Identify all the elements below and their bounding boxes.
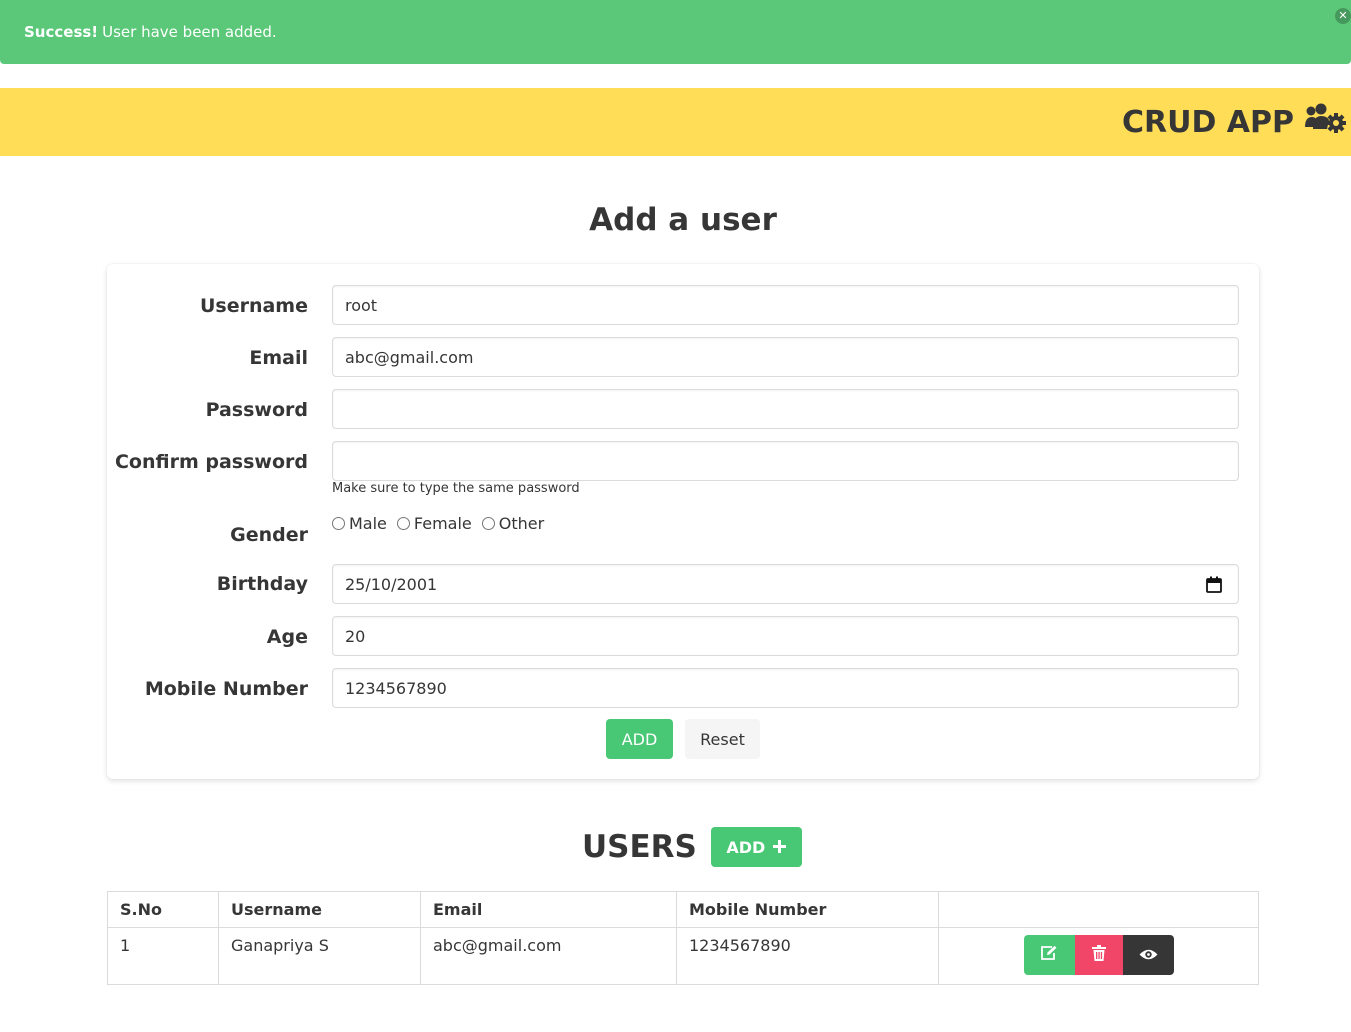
confirm-password-label: Confirm password (114, 451, 308, 473)
birthday-input[interactable]: 25/10/2001 (332, 564, 1239, 604)
cell-actions (938, 927, 1259, 985)
cell-mobile: 1234567890 (676, 927, 939, 985)
reset-button[interactable]: Reset (685, 719, 760, 759)
email-label: Email (249, 347, 308, 369)
users-cog-icon (1304, 103, 1346, 141)
brand-title: CRUD APP (1121, 104, 1294, 140)
success-notification: Success! User have been added. ✕ (0, 0, 1351, 64)
cell-username: Ganapriya S (218, 927, 421, 985)
delete-button[interactable] (1074, 935, 1123, 975)
password-input[interactable] (332, 389, 1239, 429)
view-button[interactable] (1122, 935, 1174, 975)
column-header-actions (938, 891, 1259, 928)
calendar-icon[interactable] (1206, 576, 1222, 597)
birthday-value: 25/10/2001 (345, 574, 438, 594)
users-title: USERS (582, 829, 697, 865)
email-input[interactable]: abc@gmail.com (332, 337, 1239, 377)
gender-other-option[interactable]: Other (481, 514, 545, 533)
gender-male-label: Male (349, 514, 387, 533)
age-input[interactable]: 20 (332, 616, 1239, 656)
gender-female-label: Female (413, 514, 472, 533)
eye-icon (1139, 946, 1158, 965)
column-header-sno: S.No (107, 891, 219, 928)
gender-female-option[interactable]: Female (396, 514, 472, 533)
notification-strong: Success! (24, 23, 99, 41)
birthday-label: Birthday (216, 573, 308, 595)
add-button[interactable]: ADD (606, 719, 673, 759)
cell-email: abc@gmail.com (420, 927, 677, 985)
username-input[interactable]: root (332, 285, 1239, 325)
brand[interactable]: CRUD APP (1122, 103, 1346, 141)
column-header-email: Email (420, 891, 677, 928)
table-header-row: S.No Username Email Mobile Number (107, 891, 1259, 928)
page-title: Add a user (589, 202, 777, 238)
add-user-button[interactable]: ADD (710, 827, 802, 867)
mobile-input[interactable]: 1234567890 (332, 668, 1239, 708)
confirm-password-input[interactable] (332, 441, 1239, 481)
gender-other-label: Other (498, 514, 545, 533)
navbar: CRUD APP (0, 88, 1351, 156)
column-header-username: Username (218, 891, 421, 928)
table-row: 1 Ganapriya S abc@gmail.com 1234567890 (107, 927, 1259, 985)
username-label: Username (199, 295, 308, 317)
mobile-label: Mobile Number (144, 678, 308, 700)
row-actions (951, 935, 1246, 975)
plus-icon (773, 838, 787, 857)
gender-other-radio[interactable] (481, 517, 495, 530)
gender-male-option[interactable]: Male (332, 514, 387, 533)
column-header-mobile: Mobile Number (676, 891, 939, 928)
age-label: Age (266, 626, 308, 648)
gender-male-radio[interactable] (332, 517, 345, 530)
password-label: Password (205, 399, 308, 421)
trash-icon (1091, 945, 1106, 965)
add-user-label: ADD (726, 837, 766, 857)
confirm-password-help: Make sure to type the same password (332, 481, 580, 496)
users-header: USERS ADD (582, 827, 802, 867)
edit-icon (1040, 945, 1058, 965)
notification-message: User have been added. (102, 23, 277, 41)
edit-button[interactable] (1023, 935, 1075, 975)
gender-female-radio[interactable] (396, 517, 410, 530)
add-user-form: Username root Email abc@gmail.com Passwo… (107, 264, 1259, 779)
gender-label: Gender (230, 524, 308, 546)
users-table: S.No Username Email Mobile Number 1 Gana… (107, 891, 1259, 985)
gender-radio-group: Male Female Other (332, 514, 544, 533)
cell-sno: 1 (107, 927, 219, 985)
close-icon[interactable]: ✕ (1335, 8, 1351, 24)
